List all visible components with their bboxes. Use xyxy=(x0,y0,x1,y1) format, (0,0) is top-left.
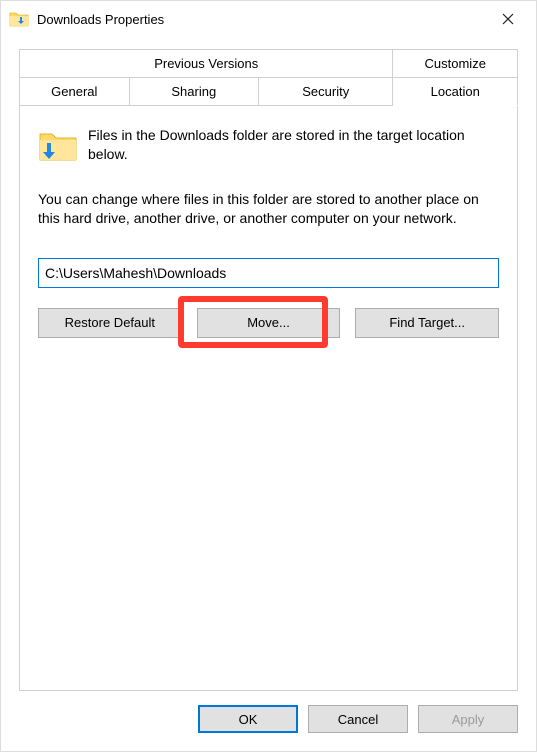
cancel-button[interactable]: Cancel xyxy=(308,705,408,733)
action-button-row: Restore Default Move... Find Target... xyxy=(38,308,499,338)
description-text: You can change where files in this folde… xyxy=(38,190,499,228)
location-path-input[interactable] xyxy=(38,258,499,288)
move-button[interactable]: Move... xyxy=(197,308,341,338)
titlebar: Downloads Properties xyxy=(1,1,536,37)
ok-button[interactable]: OK xyxy=(198,705,298,733)
downloads-folder-large-icon xyxy=(38,126,78,166)
find-target-button[interactable]: Find Target... xyxy=(355,308,499,338)
tab-previous-versions[interactable]: Previous Versions xyxy=(20,50,393,78)
tab-customize[interactable]: Customize xyxy=(393,50,518,78)
tab-general[interactable]: General xyxy=(20,78,130,106)
properties-dialog: Downloads Properties Previous Versions C… xyxy=(0,0,537,752)
tab-security[interactable]: Security xyxy=(259,78,393,106)
intro-text: Files in the Downloads folder are stored… xyxy=(88,126,499,164)
window-title: Downloads Properties xyxy=(37,12,488,27)
tabs-container: Previous Versions Customize General Shar… xyxy=(1,37,536,106)
downloads-folder-icon xyxy=(9,9,29,29)
dialog-bottom-bar: OK Cancel Apply xyxy=(1,691,536,751)
tab-sharing[interactable]: Sharing xyxy=(129,78,258,106)
restore-default-button[interactable]: Restore Default xyxy=(38,308,182,338)
close-icon xyxy=(502,13,514,25)
close-button[interactable] xyxy=(488,4,528,34)
tab-content-location: Files in the Downloads folder are stored… xyxy=(19,106,518,691)
apply-button: Apply xyxy=(418,705,518,733)
tab-location[interactable]: Location xyxy=(393,78,518,106)
